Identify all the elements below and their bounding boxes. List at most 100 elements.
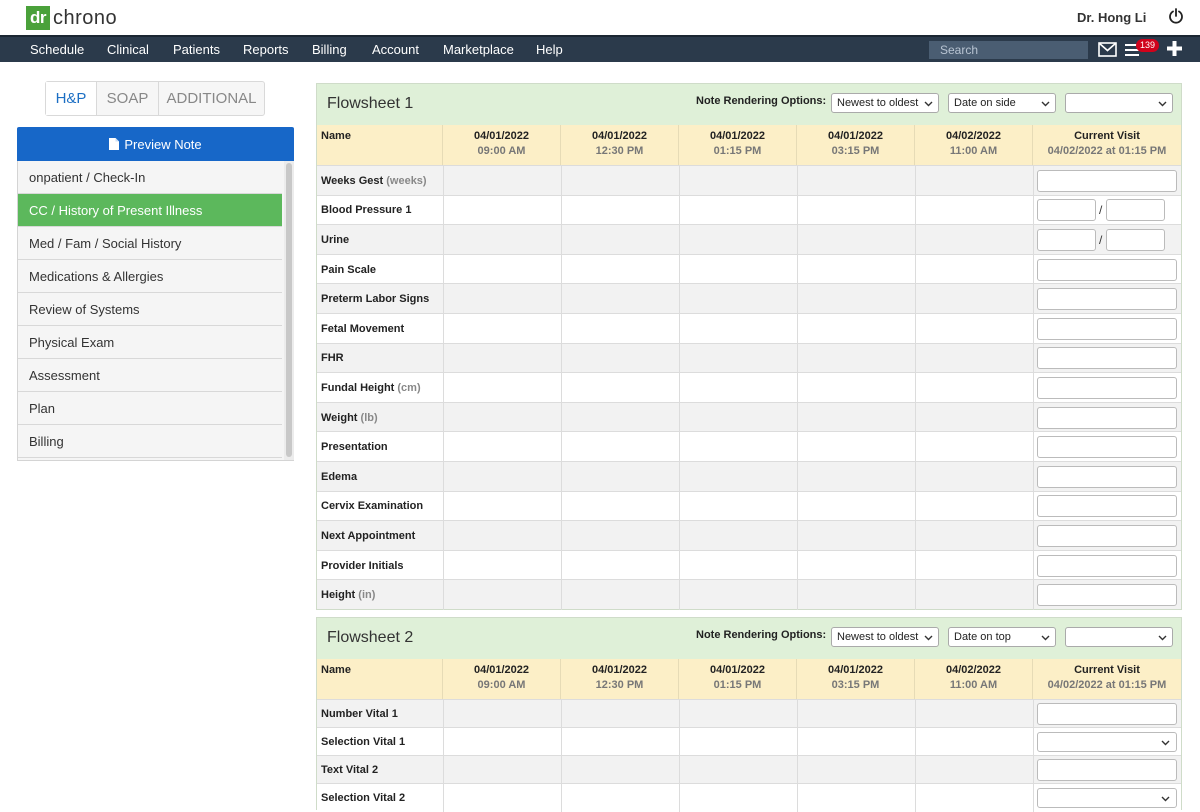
value-select[interactable] xyxy=(1037,788,1177,808)
history-cell xyxy=(915,462,1033,492)
row-name-text: Fundal Height xyxy=(321,381,395,394)
search-input[interactable] xyxy=(929,41,1088,59)
history-cell xyxy=(443,491,561,522)
value-input[interactable] xyxy=(1037,554,1177,577)
add-icon[interactable] xyxy=(1167,41,1182,56)
section-item-med-fam-social[interactable]: Med / Fam / Social History xyxy=(18,227,282,260)
tab-soap[interactable]: SOAP xyxy=(97,82,159,115)
section-item-physical-exam[interactable]: Physical Exam xyxy=(18,326,282,359)
mail-icon[interactable] xyxy=(1098,42,1117,57)
value-input[interactable] xyxy=(1037,465,1177,488)
flowsheet-panel: Flowsheet 2 Note Rendering Options: Newest… xyxy=(316,617,1182,812)
history-cell xyxy=(679,756,797,784)
history-cell xyxy=(915,343,1033,374)
value-input[interactable] xyxy=(1037,703,1177,725)
history-cell xyxy=(443,580,561,610)
value-select[interactable] xyxy=(1037,732,1177,752)
history-cell xyxy=(915,491,1033,522)
value-input[interactable] xyxy=(1037,169,1177,192)
history-cell xyxy=(915,254,1033,285)
history-cell xyxy=(797,284,915,314)
document-icon xyxy=(109,138,120,150)
history-cell xyxy=(443,373,561,403)
nav-clinical[interactable]: Clinical xyxy=(107,42,149,57)
drchrono-logo[interactable]: dr chrono xyxy=(26,6,117,30)
value-input[interactable] xyxy=(1037,759,1177,781)
current-visit-header: Current Visit 04/02/2022 at 01:15 PM xyxy=(1033,659,1181,699)
nav-help[interactable]: Help xyxy=(536,42,563,57)
flowsheet-row: Number Vital 1 xyxy=(317,699,1181,728)
chevron-down-icon xyxy=(1041,635,1050,641)
row-name-text: Weight xyxy=(321,411,358,424)
value-input[interactable] xyxy=(1037,495,1177,518)
value-input[interactable] xyxy=(1037,317,1177,340)
nav-account[interactable]: Account xyxy=(372,42,419,57)
value-input[interactable] xyxy=(1037,406,1177,429)
value-input-systolic[interactable] xyxy=(1037,199,1096,222)
history-cell xyxy=(797,343,915,374)
history-cell xyxy=(561,254,679,285)
history-cell xyxy=(915,756,1033,784)
date-position-value: Date on top xyxy=(954,631,1011,643)
row-unit: (weeks) xyxy=(386,174,427,187)
history-cell xyxy=(915,728,1033,756)
sort-order-select[interactable]: Newest to oldest xyxy=(831,93,939,113)
tab-hp[interactable]: H&P xyxy=(46,82,97,115)
date-position-select[interactable]: Date on top xyxy=(948,627,1056,647)
nav-patients[interactable]: Patients xyxy=(173,42,220,57)
sort-order-select[interactable]: Newest to oldest xyxy=(831,627,939,647)
value-input[interactable] xyxy=(1037,347,1177,370)
history-cell xyxy=(679,521,797,551)
history-cell xyxy=(797,700,915,728)
nav-schedule[interactable]: Schedule xyxy=(30,42,84,57)
value-input[interactable] xyxy=(1037,524,1177,547)
visit-date: 04/01/2022 xyxy=(473,664,530,676)
extra-option-select[interactable] xyxy=(1065,627,1173,647)
row-name-text: Height xyxy=(321,589,356,602)
visit-date: 04/01/2022 xyxy=(709,664,766,676)
history-cell xyxy=(797,462,915,492)
power-icon[interactable] xyxy=(1168,8,1184,24)
visit-time: 01:15 PM xyxy=(713,145,762,157)
value-input[interactable] xyxy=(1037,376,1177,399)
extra-option-select[interactable] xyxy=(1065,93,1173,113)
row-name-text: Presentation xyxy=(321,441,388,454)
flowsheet-row: Height (in) xyxy=(317,579,1181,610)
preview-note-button[interactable]: Preview Note xyxy=(17,127,294,161)
nav-marketplace[interactable]: Marketplace xyxy=(443,42,514,57)
value-input-systolic[interactable] xyxy=(1037,228,1096,251)
value-separator: / xyxy=(1099,203,1103,218)
nav-billing[interactable]: Billing xyxy=(312,42,347,57)
value-input[interactable] xyxy=(1037,436,1177,459)
date-position-select[interactable]: Date on side xyxy=(948,93,1056,113)
preview-note-label: Preview Note xyxy=(124,136,202,152)
history-cell xyxy=(561,784,679,812)
section-item-check-in[interactable]: onpatient / Check-In xyxy=(18,161,282,194)
history-cell xyxy=(797,254,915,285)
value-input-diastolic[interactable] xyxy=(1106,199,1165,222)
section-item-medications[interactable]: Medications & Allergies xyxy=(18,260,282,293)
section-item-assessment[interactable]: Assessment xyxy=(18,359,282,392)
section-item-billing[interactable]: Billing xyxy=(18,425,282,458)
tab-additional[interactable]: ADDITIONAL xyxy=(159,82,264,115)
flowsheet-row: Presentation xyxy=(317,431,1181,462)
history-cell xyxy=(443,402,561,433)
value-input[interactable] xyxy=(1037,288,1177,311)
flowsheet-row: Pain Scale xyxy=(317,253,1181,285)
value-input-diastolic[interactable] xyxy=(1106,228,1165,251)
user-name[interactable]: Dr. Hong Li xyxy=(1077,10,1146,25)
value-input[interactable] xyxy=(1037,258,1177,281)
section-item-review-of-systems[interactable]: Review of Systems xyxy=(18,293,282,326)
nav-reports[interactable]: Reports xyxy=(243,42,289,57)
value-input[interactable] xyxy=(1037,584,1177,607)
section-item-cc-hpi[interactable]: CC / History of Present Illness xyxy=(18,194,282,227)
section-item-plan[interactable]: Plan xyxy=(18,392,282,425)
history-cell xyxy=(679,284,797,314)
visit-date: 04/01/2022 xyxy=(827,130,884,142)
flowsheet-row: Text Vital 2 xyxy=(317,755,1181,784)
scrollbar-thumb[interactable] xyxy=(286,163,292,457)
visit-time: 09:00 AM xyxy=(477,679,526,691)
row-name-text: Pain Scale xyxy=(321,263,377,276)
visit-column-header: 04/01/2022 01:15 PM xyxy=(679,125,797,165)
row-name-text: Blood Pressure 1 xyxy=(321,204,412,217)
